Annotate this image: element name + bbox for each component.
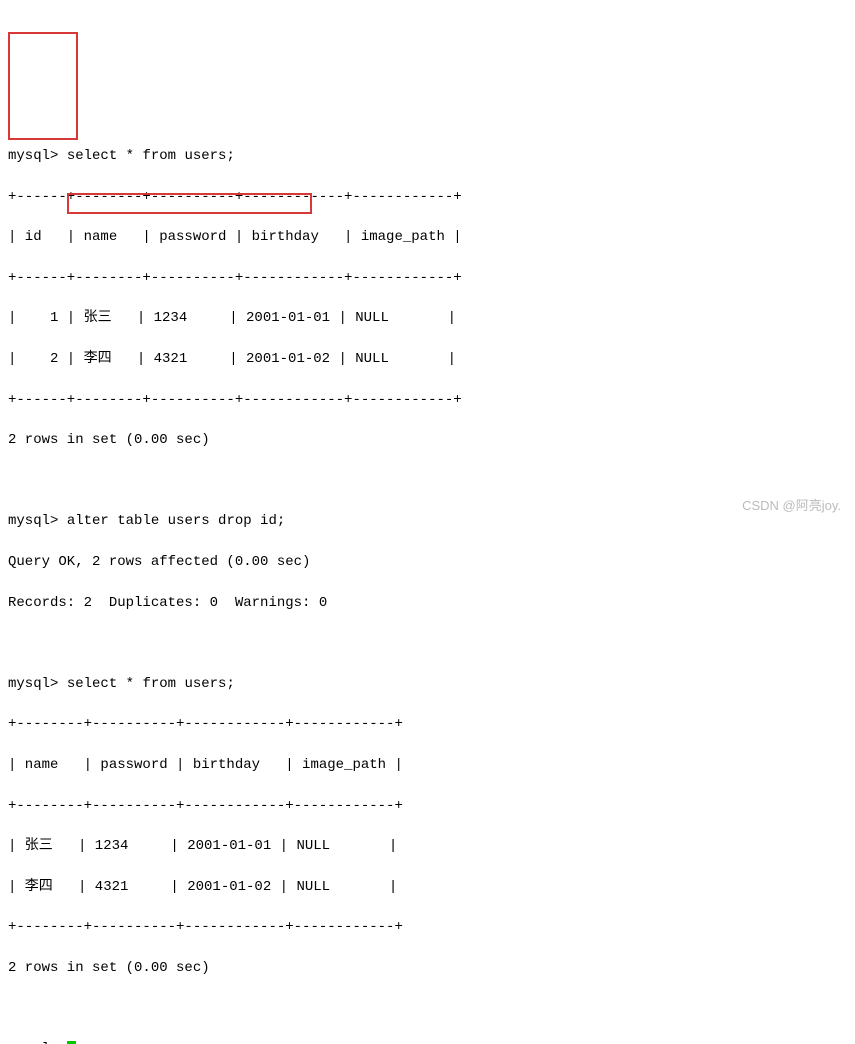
alter-result-line-1: Query OK, 2 rows affected (0.00 sec) <box>8 552 847 572</box>
table-row: | 2 | 李四 | 4321 | 2001-01-02 | NULL | <box>8 349 847 369</box>
alter-result-line-2: Records: 2 Duplicates: 0 Warnings: 0 <box>8 593 847 613</box>
highlight-box-id-column <box>8 32 78 140</box>
table2-border-mid: +--------+----------+------------+------… <box>8 796 847 816</box>
prompt-line-1: mysql> select * from users; <box>8 146 847 166</box>
sql-query-1: select * from users; <box>67 148 235 164</box>
table2-border-bottom: +--------+----------+------------+------… <box>8 917 847 937</box>
table2-header: | name | password | birthday | image_pat… <box>8 755 847 775</box>
sql-alter-statement: alter table users drop id; <box>67 513 285 529</box>
table1-border-mid: +------+--------+----------+------------… <box>8 268 847 288</box>
mysql-prompt: mysql> <box>8 1041 58 1044</box>
mysql-prompt: mysql> <box>8 676 58 692</box>
table1-border-top: +------+--------+----------+------------… <box>8 187 847 207</box>
sql-query-2: select * from users; <box>67 676 235 692</box>
result-line-2: 2 rows in set (0.00 sec) <box>8 958 847 978</box>
result-line-1: 2 rows in set (0.00 sec) <box>8 430 847 450</box>
prompt-line-4[interactable]: mysql> <box>8 1039 847 1044</box>
blank-line <box>8 633 847 653</box>
table-row: | 李四 | 4321 | 2001-01-02 | NULL | <box>8 877 847 897</box>
terminal-cursor[interactable] <box>67 1041 76 1044</box>
blank-line <box>8 471 847 491</box>
table-row: | 1 | 张三 | 1234 | 2001-01-01 | NULL | <box>8 308 847 328</box>
blank-line <box>8 999 847 1019</box>
prompt-line-3: mysql> select * from users; <box>8 674 847 694</box>
table2-border-top: +--------+----------+------------+------… <box>8 714 847 734</box>
table1-border-bottom: +------+--------+----------+------------… <box>8 390 847 410</box>
mysql-prompt: mysql> <box>8 148 58 164</box>
table1-header: | id | name | password | birthday | imag… <box>8 227 847 247</box>
table-row: | 张三 | 1234 | 2001-01-01 | NULL | <box>8 836 847 856</box>
mysql-prompt: mysql> <box>8 513 58 529</box>
